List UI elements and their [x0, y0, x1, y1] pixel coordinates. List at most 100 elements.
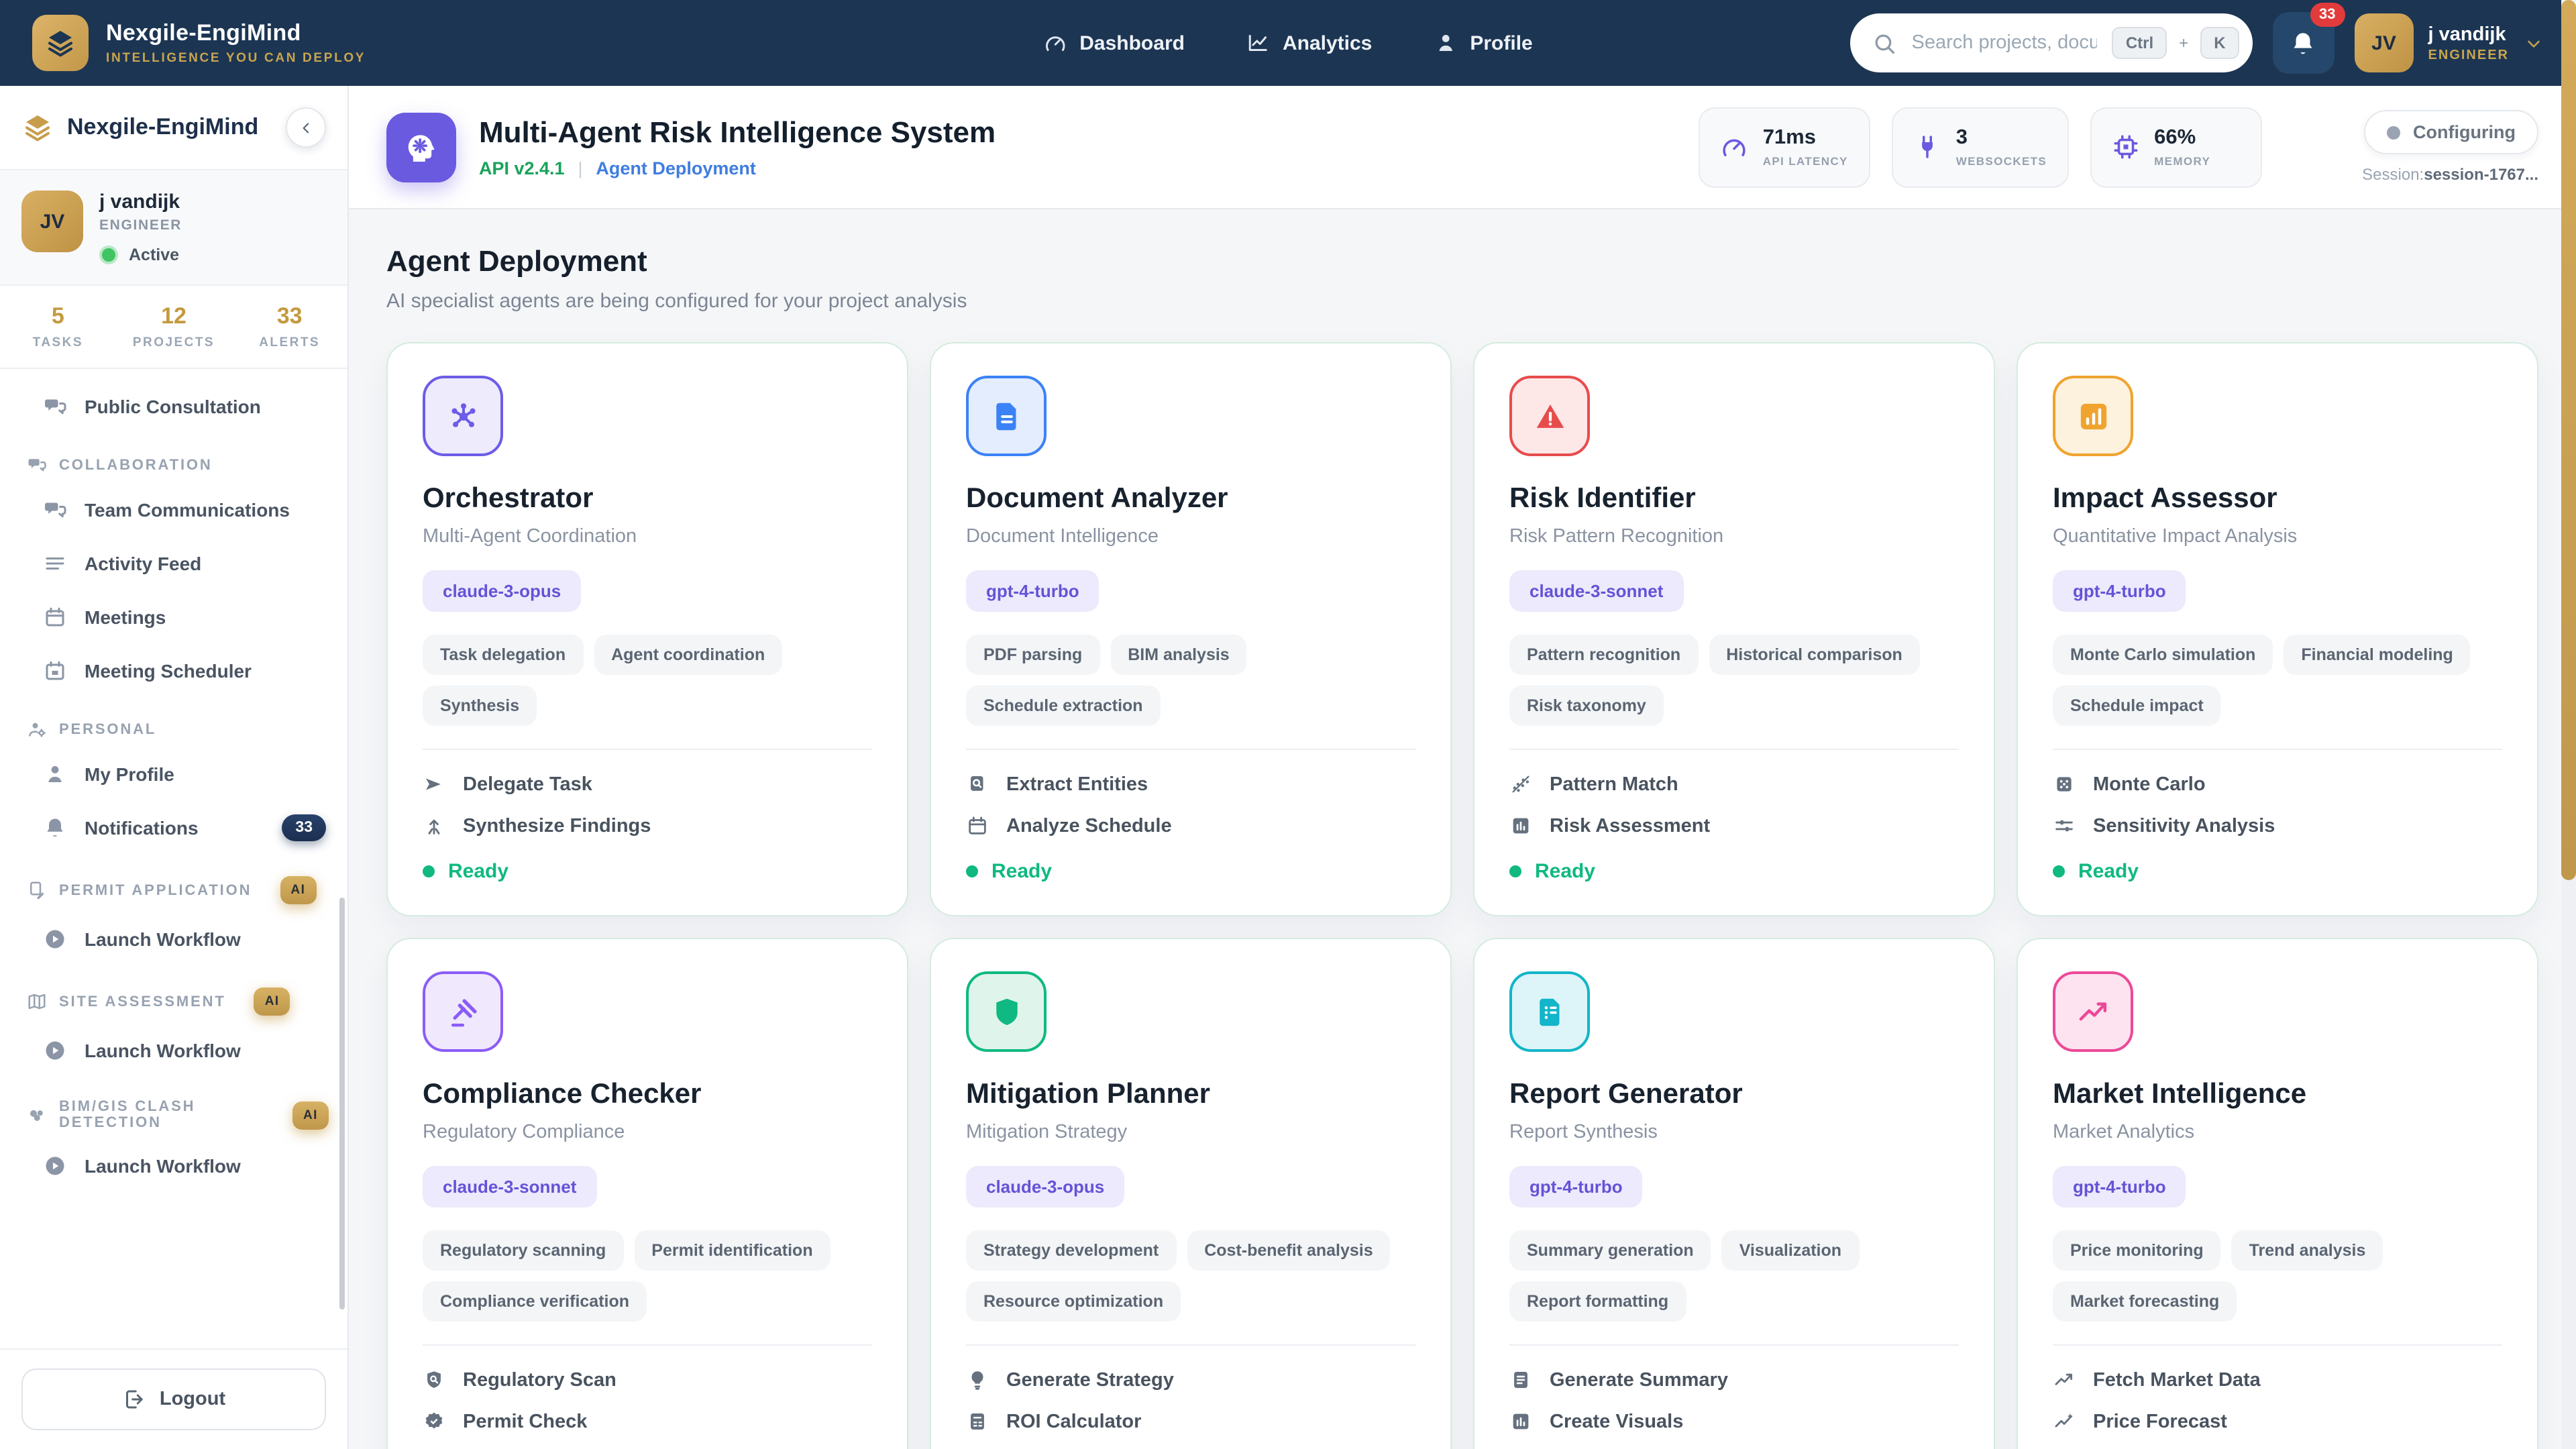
agent-card-market-intelligence[interactable]: Market Intelligence Market Analytics gpt-4…	[2017, 938, 2538, 1449]
sidebar-section-bim-gis-clash-detection: BIM/GIS CLASH DETECTION AI	[0, 1099, 347, 1131]
action-pattern-match[interactable]: Pattern Match	[1509, 773, 1959, 796]
agent-status-label: Ready	[2078, 860, 2139, 883]
sidebar-user-card: JV j vandijk ENGINEER Active	[0, 170, 347, 286]
action-price-forecast[interactable]: Price Forecast	[2053, 1410, 2502, 1433]
action-generate-strategy[interactable]: Generate Strategy	[966, 1368, 1415, 1391]
search-input[interactable]	[1909, 31, 2100, 55]
chevron-down-icon	[2524, 33, 2544, 53]
action-create-visuals[interactable]: Create Visuals	[1509, 1410, 1959, 1433]
notifications-button[interactable]: 33	[2272, 3, 2345, 74]
map-icon	[27, 991, 47, 1012]
action-extract-entities[interactable]: Extract Entities	[966, 773, 1415, 796]
sidebar-item-label: Meetings	[85, 606, 166, 628]
page-title: Multi-Agent Risk Intelligence System	[479, 115, 996, 149]
page-header: Multi-Agent Risk Intelligence System API…	[349, 86, 2576, 209]
search-bar[interactable]: Ctrl + K	[1849, 13, 2253, 72]
sidebar-item-meetings[interactable]: Meetings	[0, 590, 347, 644]
chat-icon	[43, 498, 67, 522]
action-analyze-schedule[interactable]: Analyze Schedule	[966, 814, 1415, 837]
action-synthesize-findings[interactable]: Synthesize Findings	[423, 814, 872, 837]
action-regulatory-scan[interactable]: Regulatory Scan	[423, 1368, 872, 1391]
sidebar-scrollbar[interactable]	[339, 898, 345, 1309]
sidebar-item-label: My Profile	[85, 763, 174, 785]
top-nav-profile[interactable]: Profile	[1434, 31, 1533, 55]
lines-icon	[43, 551, 67, 576]
page-scrollbar[interactable]	[2561, 0, 2576, 880]
action-label: Risk Assessment	[1550, 815, 1711, 837]
agent-status: Ready	[966, 860, 1415, 883]
user-menu[interactable]: JV j vandijk ENGINEER	[2354, 13, 2544, 72]
card-divider	[966, 749, 1415, 750]
bars-chart-icon	[2075, 398, 2111, 434]
agent-actions: Generate Strategy ROI Calculator	[966, 1368, 1415, 1433]
agent-card-compliance-checker[interactable]: Compliance Checker Regulatory Compliance c…	[386, 938, 908, 1449]
agent-card-report-generator[interactable]: Report Generator Report Synthesis gpt-4-tu…	[1473, 938, 1995, 1449]
capability-chip-historical-comparison: Historical comparison	[1709, 635, 1920, 675]
breadcrumb-agent-deployment[interactable]: Agent Deployment	[596, 158, 756, 178]
sidebar-item-label: Activity Feed	[85, 553, 202, 574]
action-permit-check[interactable]: Permit Check	[423, 1410, 872, 1433]
card-divider	[423, 1344, 872, 1346]
agent-name: Orchestrator	[423, 483, 594, 514]
brand-tagline: INTELLIGENCE YOU CAN DEPLOY	[106, 51, 366, 66]
card-divider	[423, 749, 872, 750]
play-icon	[43, 1038, 67, 1063]
dice-icon	[2053, 773, 2076, 796]
bars-box-icon	[1509, 1410, 1532, 1433]
sidebar-item-my-profile[interactable]: My Profile	[0, 747, 347, 801]
capability-chip-permit-identification: Permit identification	[634, 1230, 830, 1271]
agent-actions: Pattern Match Risk Assessment	[1509, 773, 1959, 837]
sidebar-item-meeting-scheduler[interactable]: Meeting Scheduler	[0, 644, 347, 698]
action-monte-carlo[interactable]: Monte Carlo	[2053, 773, 2502, 796]
agent-card-orchestrator[interactable]: Orchestrator Multi-Agent Coordination clau…	[386, 342, 908, 916]
top-nav-dashboard[interactable]: Dashboard	[1043, 31, 1185, 55]
sidebar-item-team-communications[interactable]: Team Communications	[0, 483, 347, 537]
agent-actions: Extract Entities Analyze Schedule	[966, 773, 1415, 837]
stat-text: 71ms API LATENCY	[1763, 126, 1848, 168]
page-header-text: Multi-Agent Risk Intelligence System API…	[479, 115, 996, 178]
top-nav-analytics[interactable]: Analytics	[1246, 31, 1372, 55]
sidebar-item-notifications[interactable]: Notifications 33	[0, 801, 347, 855]
stat-label: PROJECTS	[132, 335, 215, 350]
capability-chip-schedule-impact: Schedule impact	[2053, 686, 2221, 726]
action-risk-assessment[interactable]: Risk Assessment	[1509, 814, 1959, 837]
action-roi-calculator[interactable]: ROI Calculator	[966, 1410, 1415, 1433]
sidebar-item-public-consultation[interactable]: Public Consultation	[0, 380, 347, 433]
sidebar-item-launch-workflow[interactable]: Launch Workflow	[0, 912, 347, 966]
model-badge: gpt-4-turbo	[1509, 1166, 1643, 1208]
status-pill-label: Configuring	[2413, 122, 2516, 142]
sidebar-item-activity-feed[interactable]: Activity Feed	[0, 537, 347, 590]
agent-card-mitigation-planner[interactable]: Mitigation Planner Mitigation Strategy cla…	[930, 938, 1452, 1449]
ready-dot	[1509, 865, 1521, 877]
agent-card-risk-identifier[interactable]: Risk Identifier Risk Pattern Recognition c…	[1473, 342, 1995, 916]
action-generate-summary[interactable]: Generate Summary	[1509, 1368, 1959, 1391]
sidebar-collapse-button[interactable]	[286, 107, 326, 148]
logout-button[interactable]: Logout	[21, 1368, 326, 1430]
capability-chips: Strategy development Cost-benefit analysi…	[966, 1230, 1415, 1322]
sidebar-item-launch-workflow[interactable]: Launch Workflow	[0, 1024, 347, 1077]
stat-label: TASKS	[32, 335, 83, 350]
agent-icon-box	[966, 971, 1046, 1052]
action-label: Price Forecast	[2093, 1411, 2227, 1432]
agent-actions: Monte Carlo Sensitivity Analysis	[2053, 773, 2502, 837]
card-divider	[1509, 749, 1959, 750]
action-fetch-market-data[interactable]: Fetch Market Data	[2053, 1368, 2502, 1391]
action-delegate-task[interactable]: Delegate Task	[423, 773, 872, 796]
agent-name: Compliance Checker	[423, 1079, 702, 1110]
agent-card-impact-assessor[interactable]: Impact Assessor Quantitative Impact Analy…	[2017, 342, 2538, 916]
action-sensitivity-analysis[interactable]: Sensitivity Analysis	[2053, 814, 2502, 837]
agent-specialty: Market Analytics	[2053, 1122, 2195, 1143]
bars-box-icon	[1509, 814, 1532, 837]
system-icon	[386, 112, 456, 182]
section-heading: Agent Deployment	[386, 244, 647, 278]
action-label: Synthesize Findings	[463, 815, 651, 837]
agent-icon-box	[423, 376, 503, 456]
model-badge: claude-3-sonnet	[1509, 570, 1684, 612]
stat-value: 3	[1955, 126, 1968, 149]
ready-dot	[2053, 865, 2065, 877]
section-label: BIM/GIS CLASH DETECTION	[59, 1099, 196, 1131]
capability-chip-risk-taxonomy: Risk taxonomy	[1509, 686, 1664, 726]
agent-card-document-analyzer[interactable]: Document Analyzer Document Intelligence gp…	[930, 342, 1452, 916]
sidebar-item-launch-workflow[interactable]: Launch Workflow	[0, 1139, 347, 1193]
configuring-dot	[2386, 125, 2400, 139]
